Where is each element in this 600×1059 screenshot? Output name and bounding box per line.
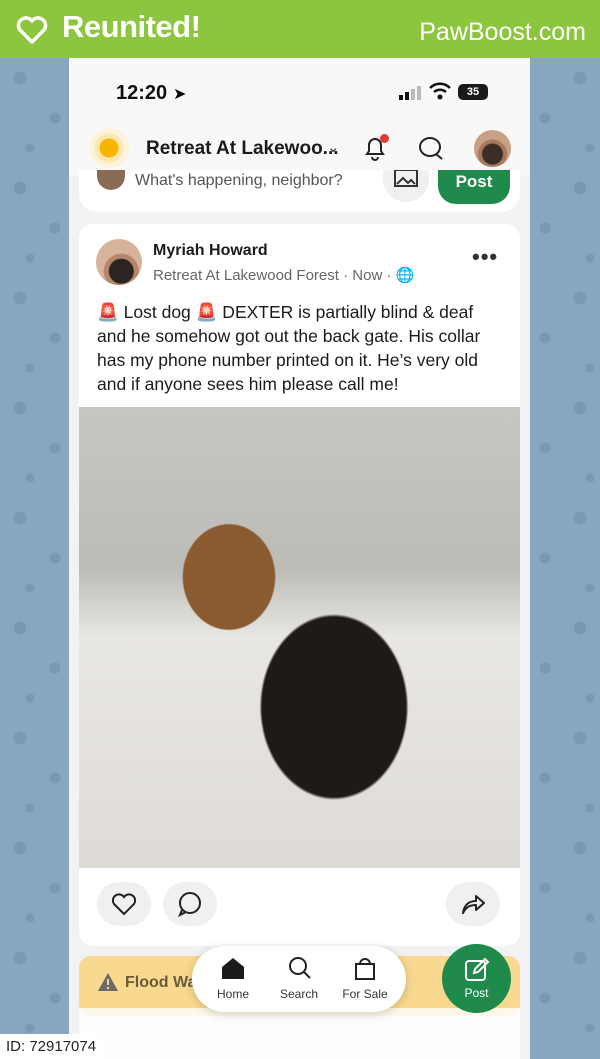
post-meta: Retreat At Lakewood Forest · Now · 🌐 [153,266,414,284]
reunited-banner: Reunited! PawBoost.com [0,0,600,58]
bottom-nav: Home Search For Sale [192,946,406,1012]
author-avatar[interactable] [96,239,142,285]
edit-icon [465,957,490,981]
heart-outline-icon [111,893,137,916]
post-meta-text: Retreat At Lakewood Forest · Now · [153,267,396,284]
nav-search-label: Search [279,987,319,1001]
comment-icon [178,892,201,917]
heart-icon [16,16,48,44]
phone-screen: 12:20 ➤ 35 Retreat At Lakewoo... ⌄ What'… [69,58,530,1059]
wifi-icon [429,82,451,100]
dog-photo[interactable] [79,407,520,868]
shopping-bag-icon [355,958,375,980]
neighborhood-selector[interactable]: Retreat At Lakewoo... [146,138,339,160]
compose-avatar [97,170,125,190]
post-author[interactable]: Myriah Howard [153,242,268,260]
neighborhood-sun-icon[interactable] [89,128,129,168]
app-bar: Retreat At Lakewoo... ⌄ [69,120,530,176]
nav-home[interactable]: Home [202,956,264,1001]
chat-icon[interactable] [417,134,445,162]
post-card: Myriah Howard Retreat At Lakewood Forest… [79,224,520,946]
alert-map-preview [79,1008,520,1059]
nav-for-sale[interactable]: For Sale [334,956,396,1001]
more-options-icon[interactable]: ••• [472,244,498,270]
brand-name: PawBoost.com [419,18,586,46]
location-arrow-icon: ➤ [173,86,187,103]
signal-icon [399,86,421,100]
like-button[interactable] [97,882,151,926]
compose-bar: What's happening, neighbor? Post [79,170,520,212]
fab-label: Post [464,986,489,1000]
compose-post-button[interactable]: Post [438,170,510,204]
status-time: 12:20 [116,82,168,104]
share-button[interactable] [446,882,500,926]
warning-icon [98,973,118,991]
comment-button[interactable] [163,882,217,926]
listing-id: ID: 72917074 [0,1034,103,1059]
home-icon [222,958,244,979]
battery-icon: 35 [458,84,488,100]
status-bar: 12:20 ➤ 35 [69,58,530,120]
compose-input[interactable]: What's happening, neighbor? [135,172,343,190]
chevron-down-icon[interactable]: ⌄ [327,138,340,156]
profile-avatar[interactable] [474,130,511,167]
alert-text: Flood Wa [125,974,197,991]
image-icon [394,170,418,187]
globe-icon: 🌐 [395,267,415,284]
photo-button[interactable] [383,170,429,202]
nav-search[interactable]: Search [268,956,330,1001]
nav-home-label: Home [216,987,249,1001]
share-icon [462,895,485,914]
post-actions [79,868,520,946]
banner-title: Reunited! [62,9,201,44]
post-body: 🚨 Lost dog 🚨 DEXTER is partially blind &… [97,302,481,394]
notification-dot [380,134,389,143]
post-fab[interactable]: Post [442,944,511,1013]
nav-for-sale-label: For Sale [342,987,388,1001]
search-icon [289,957,311,979]
